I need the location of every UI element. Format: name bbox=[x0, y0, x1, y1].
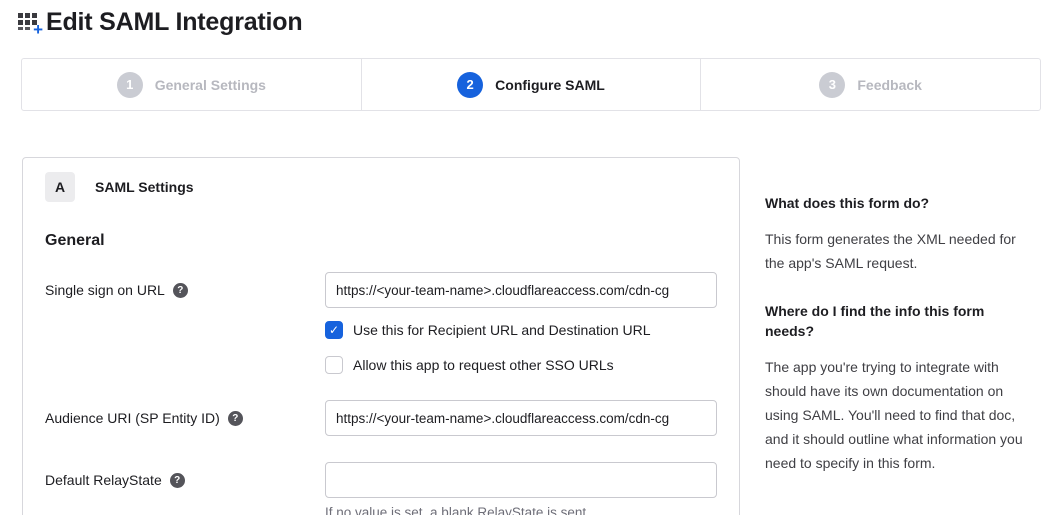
single-sign-on-url-input[interactable] bbox=[325, 272, 717, 308]
audience-uri-input[interactable] bbox=[325, 400, 717, 436]
help-body: The app you're trying to integrate with … bbox=[765, 355, 1023, 475]
page-title: Edit SAML Integration bbox=[46, 8, 302, 37]
step-label: Feedback bbox=[857, 77, 922, 93]
other-sso-urls-checkbox-label: Allow this app to request other SSO URLs bbox=[353, 357, 614, 373]
other-sso-urls-checkbox-row: Allow this app to request other SSO URLs bbox=[325, 356, 717, 374]
step-label: Configure SAML bbox=[495, 77, 605, 93]
field-label-group: Default RelayState ? bbox=[45, 462, 325, 488]
step-label: General Settings bbox=[155, 77, 266, 93]
field-row-single-sign-on-url: Single sign on URL ? ✓ Use this for Reci… bbox=[45, 272, 717, 374]
field-label-group: Single sign on URL ? bbox=[45, 272, 325, 298]
recipient-url-checkbox-label: Use this for Recipient URL and Destinati… bbox=[353, 322, 651, 338]
field-control-group: ✓ Use this for Recipient URL and Destina… bbox=[325, 272, 717, 374]
app-grid-plus-icon: + bbox=[18, 11, 42, 35]
help-icon[interactable]: ? bbox=[173, 283, 188, 298]
recipient-url-checkbox-row: ✓ Use this for Recipient URL and Destina… bbox=[325, 321, 717, 339]
wizard-steps: 1 General Settings 2 Configure SAML 3 Fe… bbox=[21, 58, 1041, 111]
section-title: SAML Settings bbox=[95, 179, 194, 195]
field-row-audience-uri: Audience URI (SP Entity ID) ? bbox=[45, 400, 717, 436]
step-number-badge: 2 bbox=[457, 72, 483, 98]
default-relaystate-input[interactable] bbox=[325, 462, 717, 498]
saml-settings-panel: A SAML Settings General Single sign on U… bbox=[22, 157, 740, 515]
content-area: A SAML Settings General Single sign on U… bbox=[22, 157, 1063, 515]
help-heading: What does this form do? bbox=[765, 193, 1023, 213]
help-sidebar: What does this form do? This form genera… bbox=[765, 157, 1023, 475]
help-section-where: Where do I find the info this form needs… bbox=[765, 301, 1023, 475]
help-body: This form generates the XML needed for t… bbox=[765, 227, 1023, 275]
recipient-url-checkbox[interactable]: ✓ bbox=[325, 321, 343, 339]
field-control-group bbox=[325, 400, 717, 436]
other-sso-urls-checkbox[interactable] bbox=[325, 356, 343, 374]
field-row-default-relaystate: Default RelayState ? If no value is set,… bbox=[45, 462, 717, 515]
single-sign-on-url-label: Single sign on URL bbox=[45, 282, 165, 298]
section-a-badge: A bbox=[45, 172, 75, 202]
general-group-title: General bbox=[45, 232, 717, 250]
help-section-what: What does this form do? This form genera… bbox=[765, 193, 1023, 275]
help-icon[interactable]: ? bbox=[170, 473, 185, 488]
audience-uri-label: Audience URI (SP Entity ID) bbox=[45, 410, 220, 426]
step-configure-saml[interactable]: 2 Configure SAML bbox=[362, 59, 702, 110]
field-control-group: If no value is set, a blank RelayState i… bbox=[325, 462, 717, 515]
step-number-badge: 3 bbox=[819, 72, 845, 98]
step-feedback[interactable]: 3 Feedback bbox=[701, 59, 1040, 110]
section-header: A SAML Settings bbox=[45, 172, 717, 202]
help-icon[interactable]: ? bbox=[228, 411, 243, 426]
field-label-group: Audience URI (SP Entity ID) ? bbox=[45, 400, 325, 426]
relaystate-help-text: If no value is set, a blank RelayState i… bbox=[325, 505, 717, 515]
page-header: + Edit SAML Integration bbox=[0, 0, 1063, 37]
default-relaystate-label: Default RelayState bbox=[45, 472, 162, 488]
step-general-settings[interactable]: 1 General Settings bbox=[22, 59, 362, 110]
help-heading: Where do I find the info this form needs… bbox=[765, 301, 1023, 341]
step-number-badge: 1 bbox=[117, 72, 143, 98]
